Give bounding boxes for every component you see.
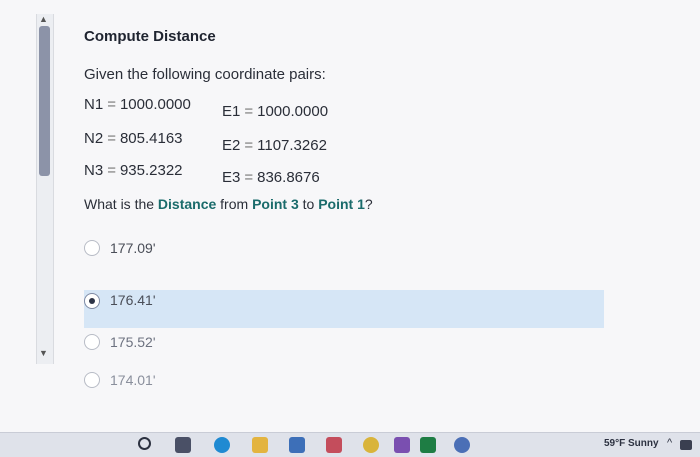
- northing-value: 1000.0000: [119, 96, 191, 113]
- equals-sign: =: [244, 169, 254, 186]
- easting-value: 836.8676: [257, 169, 320, 186]
- radio-button-checked[interactable]: [84, 293, 100, 309]
- equals-sign: =: [244, 103, 254, 120]
- weather-widget[interactable]: 59°F Sunny: [604, 438, 659, 449]
- northing-label: N2: [84, 130, 104, 147]
- easting-label: E1: [222, 103, 241, 120]
- easting-value: 1107.3262: [257, 137, 327, 154]
- radio-button[interactable]: [84, 240, 100, 256]
- easting-value: 1000.0000: [257, 103, 329, 120]
- easting-label: E2: [222, 137, 241, 154]
- answer-option-label[interactable]: 175.52': [110, 334, 156, 350]
- quiz-page: ▲ ▼ Compute Distance Given the following…: [0, 0, 700, 432]
- prompt-keyword: Distance: [157, 196, 217, 212]
- question-intro: Given the following coordinate pairs:: [84, 66, 326, 83]
- coordinate-row: N3 = 935.2322: [84, 162, 183, 179]
- coordinate-row: E2 = 1107.3262: [222, 137, 327, 154]
- equals-sign: =: [107, 96, 116, 113]
- equals-sign: =: [244, 137, 254, 154]
- coordinate-row: N1 = 1000.0000: [84, 96, 191, 113]
- chevron-up-icon[interactable]: ^: [667, 437, 672, 449]
- coordinate-row: E3 = 836.8676: [222, 169, 320, 186]
- equals-sign: =: [107, 162, 116, 179]
- task-view-icon[interactable]: [175, 437, 191, 453]
- app-icon[interactable]: [394, 437, 410, 453]
- scroll-up-arrow-icon[interactable]: ▲: [39, 14, 48, 24]
- answer-option[interactable]: 175.52': [84, 326, 604, 360]
- prompt-text: What is the: [84, 196, 158, 212]
- easting-label: E3: [222, 169, 241, 186]
- scroll-down-arrow-icon[interactable]: ▼: [39, 348, 48, 358]
- file-explorer-icon[interactable]: [252, 437, 268, 453]
- radio-button[interactable]: [84, 372, 100, 388]
- northing-label: N3: [84, 162, 104, 179]
- question-title: Compute Distance: [84, 28, 216, 45]
- settings-icon[interactable]: [454, 437, 470, 453]
- northing-label: N1: [84, 96, 104, 113]
- northing-value: 935.2322: [119, 162, 183, 179]
- app-icon[interactable]: [326, 437, 342, 453]
- excel-icon[interactable]: [420, 437, 436, 453]
- scrollbar-thumb[interactable]: [39, 26, 50, 176]
- prompt-keyword: Point 1: [318, 196, 365, 212]
- prompt-text: ?: [364, 196, 373, 212]
- answer-option[interactable]: 174.01': [84, 364, 604, 398]
- answer-option-label[interactable]: 174.01': [110, 372, 156, 388]
- answer-option-selected[interactable]: 176.41': [84, 290, 604, 328]
- battery-icon[interactable]: [680, 440, 692, 450]
- northing-value: 805.4163: [119, 130, 183, 147]
- taskbar: 59°F Sunny ^: [0, 432, 700, 457]
- edge-icon[interactable]: [214, 437, 230, 453]
- equals-sign: =: [107, 130, 116, 147]
- prompt-text: to: [298, 196, 319, 212]
- answer-option-label[interactable]: 177.09': [110, 240, 156, 256]
- prompt-keyword: Point 3: [252, 196, 299, 212]
- prompt-text: from: [216, 196, 253, 212]
- answer-option[interactable]: 177.09': [84, 232, 604, 266]
- search-icon[interactable]: [138, 437, 151, 450]
- chrome-icon[interactable]: [363, 437, 379, 453]
- coordinate-row: E1 = 1000.0000: [222, 103, 328, 120]
- store-icon[interactable]: [289, 437, 305, 453]
- question-prompt: What is the Distance from Point 3 to Poi…: [84, 196, 373, 212]
- answer-option-label[interactable]: 176.41': [110, 292, 156, 308]
- coordinate-row: N2 = 805.4163: [84, 130, 183, 147]
- radio-button[interactable]: [84, 334, 100, 350]
